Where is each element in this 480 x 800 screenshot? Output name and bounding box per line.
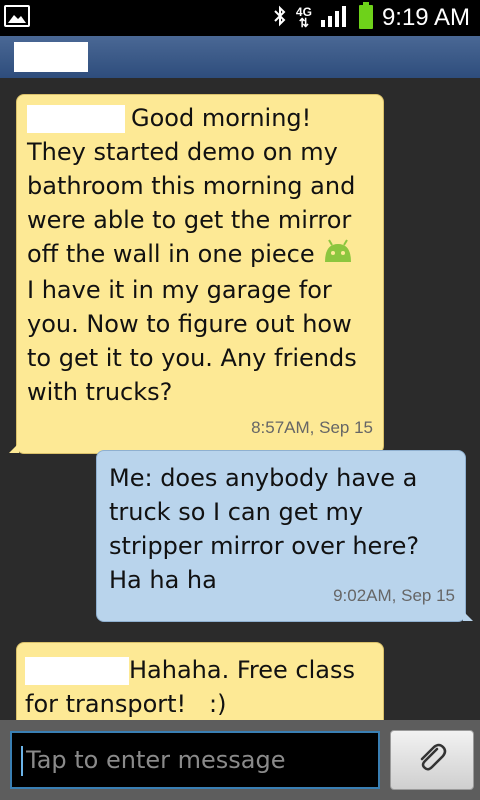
- message-text: for transport! :): [25, 690, 227, 718]
- bluetooth-icon: [272, 5, 288, 31]
- android-icon: [321, 238, 355, 273]
- sender-name-redacted: [25, 657, 129, 685]
- sender-name-redacted: [27, 105, 125, 133]
- status-time: 9:19 AM: [381, 4, 470, 31]
- conversation-header: [0, 36, 480, 79]
- message-bubble-incoming[interactable]: Hahaha. Free class for transport! :): [16, 642, 384, 720]
- message-timestamp: 8:57AM, Sep 15: [251, 418, 373, 437]
- message-input[interactable]: [10, 731, 380, 789]
- message-text: Me: does anybody have a truck so I can g…: [109, 464, 420, 594]
- message-text: They started demo on my bathroom this mo…: [27, 135, 373, 273]
- contact-name: [14, 42, 88, 72]
- signal-icon: [320, 4, 350, 32]
- message-thread[interactable]: Good morning! They started demo on my ba…: [0, 78, 480, 720]
- gallery-icon: [4, 5, 30, 27]
- battery-icon: [358, 2, 374, 34]
- message-timestamp: 9:02AM, Sep 15: [333, 586, 455, 605]
- paperclip-icon: [415, 741, 449, 779]
- bubble-tail: [463, 611, 473, 621]
- bubble-tail: [9, 443, 19, 453]
- status-bar: 4G ⇅ 9:19 AM: [0, 0, 480, 36]
- network-4g-icon: 4G ⇅: [295, 5, 312, 30]
- compose-bar: [0, 720, 480, 800]
- message-text: Hahaha. Free class: [129, 656, 355, 684]
- message-text: Good morning!: [131, 104, 312, 132]
- attach-button[interactable]: [390, 730, 474, 790]
- message-bubble-incoming[interactable]: Good morning! They started demo on my ba…: [9, 94, 384, 454]
- text-cursor: [21, 746, 23, 776]
- message-bubble-outgoing[interactable]: Me: does anybody have a truck so I can g…: [96, 450, 473, 622]
- message-text: I have it in my garage for you. Now to f…: [27, 275, 357, 406]
- message-text-part: They started demo on my bathroom this mo…: [27, 138, 356, 268]
